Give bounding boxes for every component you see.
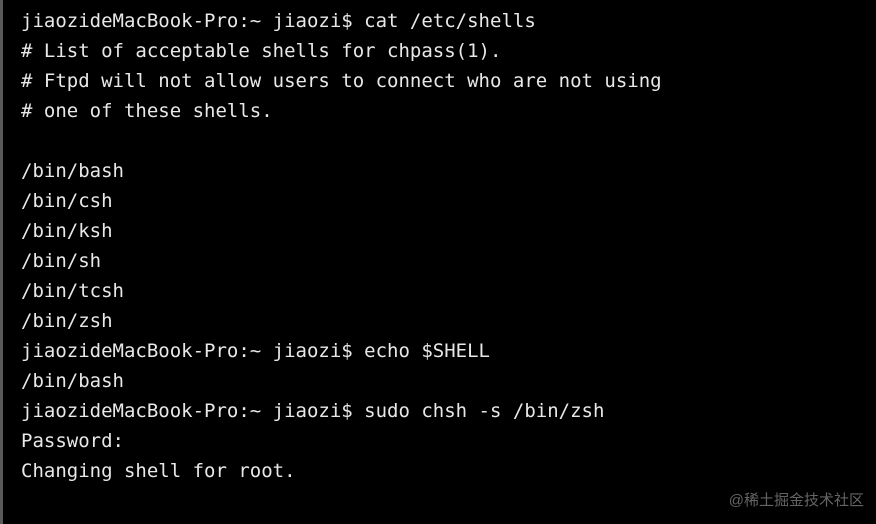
output-text: /bin/bash (21, 160, 124, 182)
terminal-output[interactable]: jiaozideMacBook-Pro:~ jiaozi$ cat /etc/s… (21, 6, 876, 486)
output-text: Changing shell for root. (21, 460, 296, 482)
output-text (21, 130, 32, 152)
terminal-line (21, 126, 876, 156)
terminal-line: jiaozideMacBook-Pro:~ jiaozi$ cat /etc/s… (21, 6, 876, 36)
terminal-line: # Ftpd will not allow users to connect w… (21, 66, 876, 96)
shell-command: echo $SHELL (364, 340, 490, 362)
output-text: # List of acceptable shells for chpass(1… (21, 40, 501, 62)
terminal-line: /bin/zsh (21, 306, 876, 336)
output-text: # one of these shells. (21, 100, 273, 122)
terminal-line: /bin/bash (21, 366, 876, 396)
shell-prompt: jiaozideMacBook-Pro:~ jiaozi$ (21, 10, 364, 32)
shell-command: cat /etc/shells (364, 10, 536, 32)
terminal-line: # List of acceptable shells for chpass(1… (21, 36, 876, 66)
output-text: /bin/tcsh (21, 280, 124, 302)
terminal-line: /bin/tcsh (21, 276, 876, 306)
terminal-line: /bin/csh (21, 186, 876, 216)
output-text: /bin/ksh (21, 220, 113, 242)
output-text: /bin/bash (21, 370, 124, 392)
shell-prompt: jiaozideMacBook-Pro:~ jiaozi$ (21, 340, 364, 362)
terminal-line: /bin/sh (21, 246, 876, 276)
shell-prompt: jiaozideMacBook-Pro:~ jiaozi$ (21, 400, 364, 422)
output-text: /bin/zsh (21, 310, 113, 332)
terminal-line: Password: (21, 426, 876, 456)
terminal-line: # one of these shells. (21, 96, 876, 126)
output-text: Password: (21, 430, 124, 452)
terminal-line: /bin/ksh (21, 216, 876, 246)
output-text: /bin/csh (21, 190, 113, 212)
output-text: # Ftpd will not allow users to connect w… (21, 70, 662, 92)
terminal-line: /bin/bash (21, 156, 876, 186)
shell-command: sudo chsh -s /bin/zsh (364, 400, 604, 422)
watermark-text: @稀土掘金技术社区 (729, 486, 864, 516)
terminal-line: jiaozideMacBook-Pro:~ jiaozi$ echo $SHEL… (21, 336, 876, 366)
terminal-line: jiaozideMacBook-Pro:~ jiaozi$ sudo chsh … (21, 396, 876, 426)
terminal-line: Changing shell for root. (21, 456, 876, 486)
output-text: /bin/sh (21, 250, 101, 272)
